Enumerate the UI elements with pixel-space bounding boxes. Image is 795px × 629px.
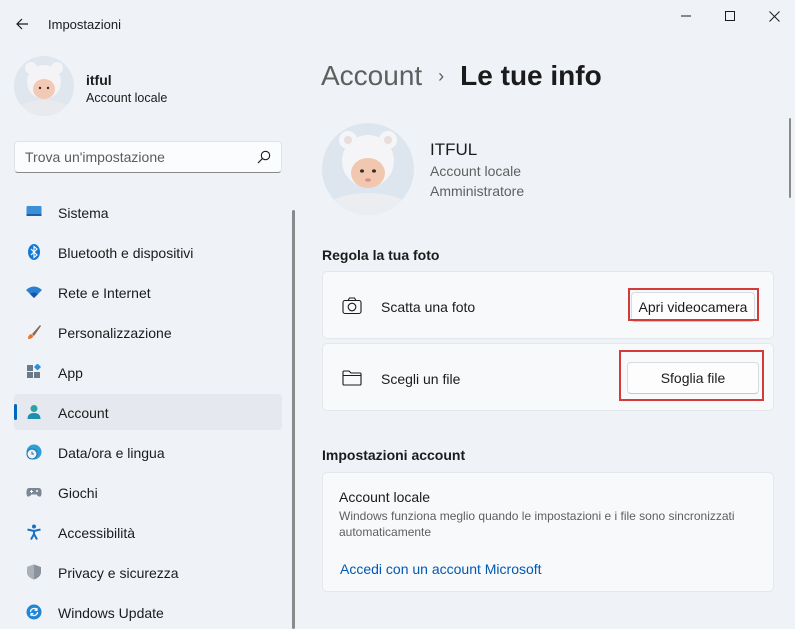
update-icon bbox=[26, 604, 42, 620]
profile-name: ITFUL bbox=[430, 140, 478, 159]
breadcrumb-parent[interactable]: Account bbox=[321, 60, 422, 92]
sidebar-item-label: Account bbox=[58, 405, 109, 421]
highlight-box bbox=[628, 288, 759, 321]
title-bar: Impostazioni bbox=[0, 0, 795, 48]
apps-icon bbox=[26, 364, 42, 380]
page-title: Le tue info bbox=[460, 60, 602, 91]
search-box[interactable] bbox=[14, 141, 282, 173]
microsoft-account-link[interactable]: Accedi con un account Microsoft bbox=[340, 561, 542, 577]
sidebar-item-label: Privacy e sicurezza bbox=[58, 565, 179, 581]
back-button[interactable] bbox=[10, 12, 34, 36]
section-title-account: Impostazioni account bbox=[322, 447, 466, 463]
clock-globe-icon bbox=[26, 444, 42, 460]
user-name: itful bbox=[86, 72, 112, 88]
local-account-card: Account locale Windows funziona meglio q… bbox=[322, 472, 774, 592]
sidebar-item-label: App bbox=[58, 365, 83, 381]
maximize-button[interactable] bbox=[707, 0, 753, 32]
section-title-photo: Regola la tua foto bbox=[322, 247, 440, 263]
user-account-type: Account locale bbox=[86, 91, 168, 105]
local-account-title: Account locale bbox=[339, 489, 431, 505]
wifi-icon bbox=[26, 284, 42, 300]
sidebar-item-bluetooth[interactable]: Bluetooth e dispositivi bbox=[14, 234, 282, 270]
sidebar-item-label: Giochi bbox=[58, 485, 98, 501]
maximize-icon bbox=[725, 11, 735, 21]
sidebar-item-giochi[interactable]: Giochi bbox=[14, 474, 282, 510]
sidebar-item-personalizzazione[interactable]: Personalizzazione bbox=[14, 314, 282, 350]
minimize-button[interactable] bbox=[663, 0, 709, 32]
profile-picture bbox=[322, 123, 414, 215]
search-icon[interactable] bbox=[257, 150, 271, 164]
highlight-box bbox=[619, 350, 764, 401]
user-profile: itful Account locale bbox=[14, 56, 284, 116]
sidebar-item-label: Data/ora e lingua bbox=[58, 445, 165, 461]
arrow-left-icon bbox=[16, 18, 28, 30]
shield-icon bbox=[26, 564, 42, 580]
sidebar-item-label: Accessibilità bbox=[58, 525, 136, 541]
accessibility-icon bbox=[26, 524, 42, 540]
sidebar-item-accessibilita[interactable]: Accessibilità bbox=[14, 514, 282, 550]
search-input[interactable] bbox=[25, 142, 245, 172]
chevron-right-icon: › bbox=[438, 65, 445, 86]
sidebar-item-privacy[interactable]: Privacy e sicurezza bbox=[14, 554, 282, 590]
close-button[interactable] bbox=[751, 0, 795, 32]
breadcrumb: Account › Le tue info bbox=[321, 58, 602, 94]
profile-role: Amministratore bbox=[430, 183, 525, 199]
sidebar-item-account[interactable]: Account bbox=[14, 394, 282, 430]
sidebar-nav: Sistema Bluetooth e dispositivi Rete e I… bbox=[14, 194, 282, 629]
app-title: Impostazioni bbox=[48, 17, 121, 32]
brush-icon bbox=[26, 324, 42, 340]
monitor-icon bbox=[26, 204, 42, 220]
bluetooth-icon bbox=[26, 244, 42, 260]
sidebar-scrollbar[interactable] bbox=[292, 210, 295, 629]
local-account-description: Windows funziona meglio quando le impost… bbox=[339, 509, 735, 539]
sidebar-item-label: Sistema bbox=[58, 205, 109, 221]
sidebar-item-label: Personalizzazione bbox=[58, 325, 172, 341]
take-photo-label: Scatta una foto bbox=[381, 299, 476, 315]
sidebar-item-app[interactable]: App bbox=[14, 354, 282, 390]
sidebar-item-rete[interactable]: Rete e Internet bbox=[14, 274, 282, 310]
person-icon bbox=[26, 404, 42, 420]
sidebar-item-sistema[interactable]: Sistema bbox=[14, 194, 282, 230]
gamepad-icon bbox=[26, 484, 42, 500]
choose-file-label: Scegli un file bbox=[381, 371, 461, 387]
folder-icon bbox=[341, 367, 363, 389]
camera-icon bbox=[341, 295, 363, 317]
sidebar-item-label: Bluetooth e dispositivi bbox=[58, 245, 194, 261]
content-scrollbar[interactable] bbox=[789, 118, 791, 198]
sidebar-item-label: Rete e Internet bbox=[58, 285, 151, 301]
minimize-icon bbox=[681, 15, 691, 17]
profile-account-type: Account locale bbox=[430, 163, 522, 179]
sidebar-item-windows-update[interactable]: Windows Update bbox=[14, 594, 282, 629]
avatar[interactable] bbox=[14, 56, 74, 116]
sidebar-item-data-ora[interactable]: Data/ora e lingua bbox=[14, 434, 282, 470]
sidebar-item-label: Windows Update bbox=[58, 605, 164, 621]
close-icon bbox=[768, 10, 780, 22]
active-indicator bbox=[14, 404, 17, 420]
